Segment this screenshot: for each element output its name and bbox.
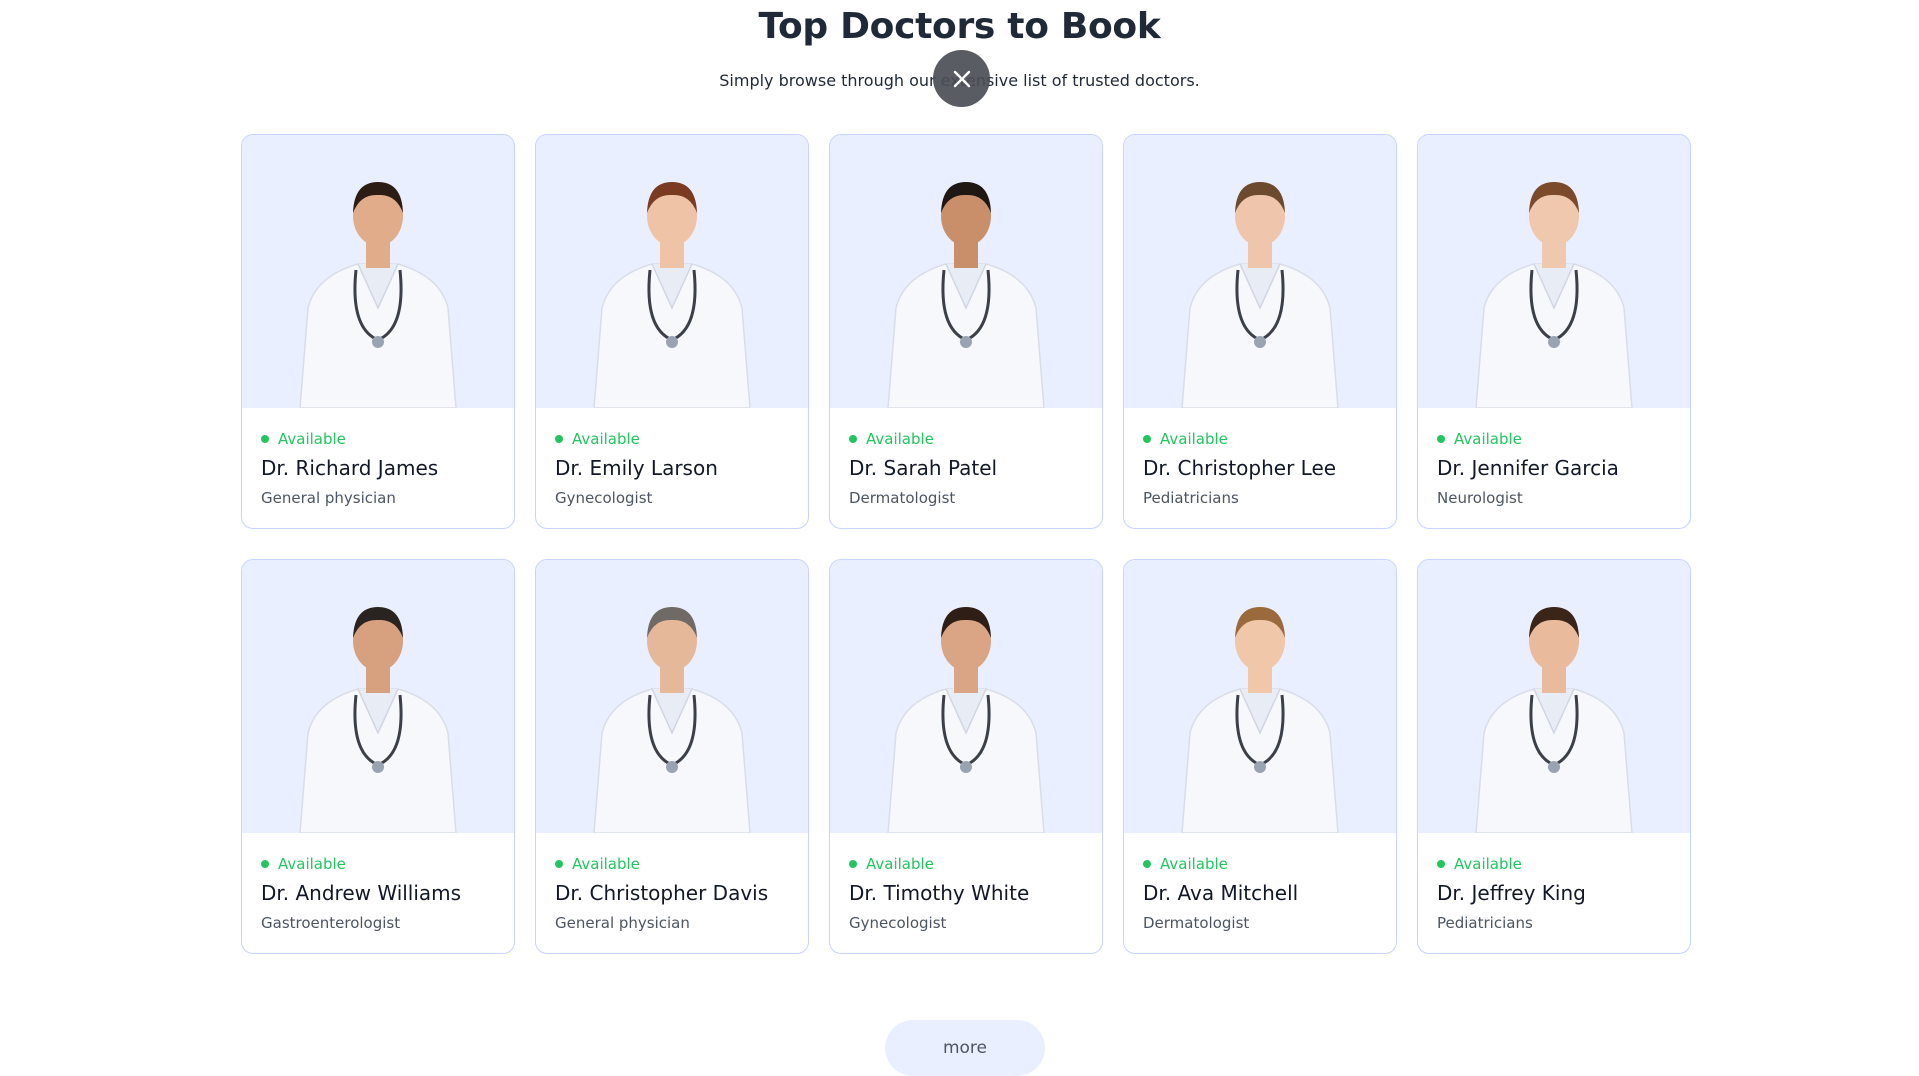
status-label: Available xyxy=(1454,430,1522,448)
doctor-info: Available Dr. Christopher Davis General ph… xyxy=(536,833,808,932)
page: Top Doctors to Book Simply browse throug… xyxy=(0,0,1919,1076)
status-label: Available xyxy=(572,855,640,873)
doctor-info: Available Dr. Christopher Lee Pediatrician… xyxy=(1124,408,1396,507)
doctor-specialty: General physician xyxy=(261,489,396,507)
doctor-card[interactable]: Available Dr. Christopher Lee Pediatrician… xyxy=(1123,134,1397,529)
status-label: Available xyxy=(866,855,934,873)
doctor-photo xyxy=(242,135,514,408)
status-label: Available xyxy=(278,430,346,448)
doctor-info: Available Dr. Jeffrey King Pediatricians xyxy=(1418,833,1690,932)
status-label: Available xyxy=(866,430,934,448)
doctor-info: Available Dr. Sarah Patel Dermatologist xyxy=(830,408,1102,507)
status-dot-icon xyxy=(849,435,857,443)
status-dot-icon xyxy=(1143,860,1151,868)
doctor-card[interactable]: Available Dr. Andrew Williams Gastroentero… xyxy=(241,559,515,954)
availability-status: Available xyxy=(555,430,789,448)
doctor-specialty: Pediatricians xyxy=(1143,489,1239,507)
status-dot-icon xyxy=(1437,860,1445,868)
doctor-card[interactable]: Available Dr. Jeffrey King Pediatricians xyxy=(1417,559,1691,954)
status-label: Available xyxy=(278,855,346,873)
doctor-name: Dr. Christopher Davis xyxy=(555,881,769,905)
doctor-info: Available Dr. Timothy White Gynecologist xyxy=(830,833,1102,932)
doctor-grid: Available Dr. Richard James General physic… xyxy=(241,134,1691,954)
doctor-card[interactable]: Available Dr. Richard James General physic… xyxy=(241,134,515,529)
doctor-info: Available Dr. Ava Mitchell Dermatologist xyxy=(1124,833,1396,932)
status-dot-icon xyxy=(1143,435,1151,443)
doctor-photo xyxy=(1418,135,1690,408)
availability-status: Available xyxy=(1437,430,1671,448)
doctor-name: Dr. Christopher Lee xyxy=(1143,456,1337,480)
availability-status: Available xyxy=(849,855,1083,873)
availability-status: Available xyxy=(261,430,495,448)
doctor-name: Dr. Andrew Williams xyxy=(261,881,462,905)
doctor-name: Dr. Jennifer Garcia xyxy=(1437,456,1619,480)
availability-status: Available xyxy=(1437,855,1671,873)
status-label: Available xyxy=(1160,430,1228,448)
doctor-card[interactable]: Available Dr. Timothy White Gynecologist xyxy=(829,559,1103,954)
status-dot-icon xyxy=(555,860,563,868)
status-dot-icon xyxy=(1437,435,1445,443)
doctor-photo xyxy=(1418,560,1690,833)
close-icon xyxy=(953,70,970,87)
doctor-specialty: Gynecologist xyxy=(555,489,653,507)
doctor-photo xyxy=(1124,135,1396,408)
doctor-photo xyxy=(830,135,1102,408)
availability-status: Available xyxy=(555,855,789,873)
doctor-name: Dr. Ava Mitchell xyxy=(1143,881,1299,905)
status-dot-icon xyxy=(555,435,563,443)
doctor-info: Available Dr. Andrew Williams Gastroentero… xyxy=(242,833,514,932)
status-dot-icon xyxy=(261,860,269,868)
doctor-card[interactable]: Available Dr. Emily Larson Gynecologist xyxy=(535,134,809,529)
status-dot-icon xyxy=(849,860,857,868)
doctor-info: Available Dr. Jennifer Garcia Neurologist xyxy=(1418,408,1690,507)
close-button[interactable] xyxy=(933,50,990,107)
doctor-specialty: Dermatologist xyxy=(849,489,956,507)
doctor-specialty: Neurologist xyxy=(1437,489,1523,507)
doctor-specialty: Pediatricians xyxy=(1437,914,1533,932)
more-button[interactable]: more xyxy=(885,1020,1045,1076)
doctor-name: Dr. Richard James xyxy=(261,456,439,480)
doctor-info: Available Dr. Richard James General physic… xyxy=(242,408,514,507)
doctor-photo xyxy=(1124,560,1396,833)
doctor-photo xyxy=(536,560,808,833)
doctor-name: Dr. Sarah Patel xyxy=(849,456,998,480)
doctor-photo xyxy=(536,135,808,408)
status-dot-icon xyxy=(261,435,269,443)
doctor-name: Dr. Emily Larson xyxy=(555,456,718,480)
doctor-specialty: Gastroenterologist xyxy=(261,914,401,932)
doctor-name: Dr. Timothy White xyxy=(849,881,1030,905)
doctor-photo xyxy=(830,560,1102,833)
availability-status: Available xyxy=(1143,430,1377,448)
status-label: Available xyxy=(1160,855,1228,873)
doctor-card[interactable]: Available Dr. Sarah Patel Dermatologist xyxy=(829,134,1103,529)
doctor-photo xyxy=(242,560,514,833)
doctor-specialty: General physician xyxy=(555,914,690,932)
doctor-info: Available Dr. Emily Larson Gynecologist xyxy=(536,408,808,507)
doctor-specialty: Dermatologist xyxy=(1143,914,1250,932)
status-label: Available xyxy=(572,430,640,448)
status-label: Available xyxy=(1454,855,1522,873)
availability-status: Available xyxy=(1143,855,1377,873)
availability-status: Available xyxy=(261,855,495,873)
doctor-card[interactable]: Available Dr. Jennifer Garcia Neurologist xyxy=(1417,134,1691,529)
doctor-card[interactable]: Available Dr. Christopher Davis General ph… xyxy=(535,559,809,954)
doctor-specialty: Gynecologist xyxy=(849,914,947,932)
availability-status: Available xyxy=(849,430,1083,448)
page-title: Top Doctors to Book xyxy=(758,6,1161,47)
doctor-name: Dr. Jeffrey King xyxy=(1437,881,1586,905)
doctor-card[interactable]: Available Dr. Ava Mitchell Dermatologist xyxy=(1123,559,1397,954)
